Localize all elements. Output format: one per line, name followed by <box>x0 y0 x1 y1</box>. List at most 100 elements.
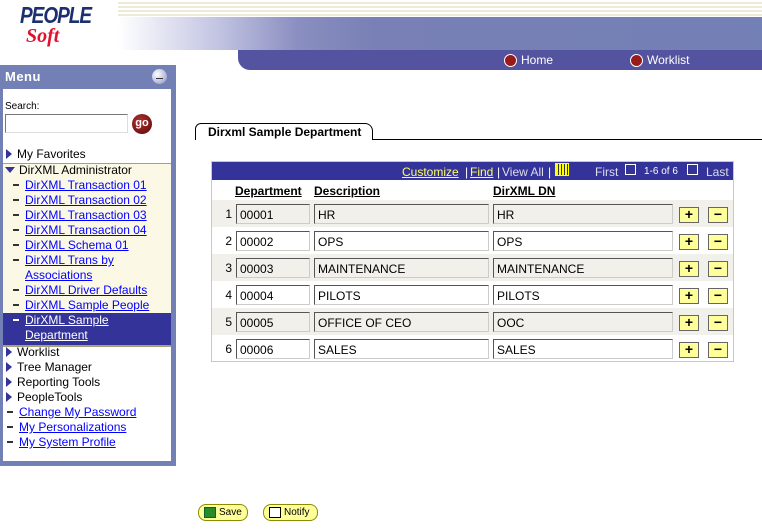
menu-item[interactable]: DirXML Administrator <box>3 163 171 178</box>
prev-icon[interactable] <box>625 164 636 175</box>
description-field[interactable]: PILOTS <box>314 285 489 305</box>
department-field[interactable]: 00006 <box>236 339 310 359</box>
bullet-icon <box>7 441 13 443</box>
next-icon[interactable] <box>687 164 698 175</box>
description-field[interactable]: MAINTENANCE <box>314 258 489 278</box>
collapse-menu-icon[interactable] <box>152 69 167 84</box>
expand-icon <box>6 149 12 159</box>
find-link[interactable]: Find <box>470 165 493 179</box>
department-field[interactable]: 00005 <box>236 312 310 332</box>
menu-item-label: DirXML Driver Defaults <box>25 283 148 297</box>
description-field[interactable]: SALES <box>314 339 489 359</box>
menu-item[interactable]: DirXML Transaction 03 <box>3 208 171 223</box>
add-row-button[interactable]: + <box>679 288 699 304</box>
worklist-label: Worklist <box>647 53 690 67</box>
menu-item[interactable]: DirXML Transaction 02 <box>3 193 171 208</box>
table-row: 6 00006 SALES SALES + − <box>212 335 733 362</box>
delete-row-button[interactable]: − <box>708 207 728 223</box>
menu-item[interactable]: Tree Manager <box>3 360 171 375</box>
delete-row-button[interactable]: − <box>708 288 728 304</box>
add-row-button[interactable]: + <box>679 315 699 331</box>
save-button[interactable]: Save <box>198 504 248 521</box>
dirxml-dn-field[interactable]: OOC <box>493 312 673 332</box>
delete-row-button[interactable]: − <box>708 261 728 277</box>
notify-label: Notify <box>284 507 310 518</box>
table-row: 2 00002 OPS OPS + − <box>212 227 733 254</box>
department-field[interactable]: 00002 <box>236 231 310 251</box>
menu-item[interactable]: DirXML Trans by Associations <box>3 253 171 283</box>
go-button[interactable]: go <box>132 114 152 134</box>
delete-row-button[interactable]: − <box>708 315 728 331</box>
row-number: 5 <box>225 315 232 329</box>
first-link[interactable]: First <box>595 165 618 179</box>
download-icon[interactable] <box>555 163 569 176</box>
menu-body: Search: go My Favorites DirXML Administra… <box>3 89 171 461</box>
department-field[interactable]: 00003 <box>236 258 310 278</box>
col-dirxml-dn[interactable]: DirXML DN <box>493 184 555 198</box>
bullet-icon <box>13 244 19 246</box>
notify-button[interactable]: Notify <box>263 504 318 521</box>
menu-item-label: DirXML Transaction 04 <box>25 223 147 237</box>
bullet-icon <box>7 411 13 413</box>
bullet-icon <box>13 214 19 216</box>
add-row-button[interactable]: + <box>679 261 699 277</box>
menu-item-label: DirXML Administrator <box>19 163 132 177</box>
menu-item[interactable]: DirXML Sample People <box>3 298 171 313</box>
menu-item[interactable]: DirXML Sample Department <box>3 313 171 343</box>
menu-item[interactable]: Worklist <box>3 345 171 360</box>
menu-item[interactable]: Change My Password <box>3 405 171 420</box>
menu-item[interactable]: Reporting Tools <box>3 375 171 390</box>
bullet-icon <box>13 229 19 231</box>
menu-item[interactable]: My System Profile <box>3 435 171 450</box>
menu-item[interactable]: DirXML Driver Defaults <box>3 283 171 298</box>
delete-row-button[interactable]: − <box>708 342 728 358</box>
save-icon <box>204 507 216 518</box>
menu-item-label: DirXML Transaction 01 <box>25 178 147 192</box>
add-row-button[interactable]: + <box>679 342 699 358</box>
add-row-button[interactable]: + <box>679 207 699 223</box>
description-field[interactable]: HR <box>314 204 489 224</box>
dirxml-dn-field[interactable]: OPS <box>493 231 673 251</box>
col-description[interactable]: Description <box>314 184 380 198</box>
description-field[interactable]: OPS <box>314 231 489 251</box>
menu-title: Menu <box>5 69 41 84</box>
description-field[interactable]: OFFICE OF CEO <box>314 312 489 332</box>
menu-item-label: DirXML Transaction 02 <box>25 193 147 207</box>
tab-dirxml-sample-department[interactable]: Dirxml Sample Department <box>195 123 373 140</box>
save-label: Save <box>219 507 242 518</box>
delete-row-button[interactable]: − <box>708 234 728 250</box>
menu-item-label: My Personalizations <box>19 420 127 434</box>
department-field[interactable]: 00001 <box>236 204 310 224</box>
tab-divider <box>372 139 762 140</box>
menu-item[interactable]: My Personalizations <box>3 420 171 435</box>
bullet-icon <box>13 184 19 186</box>
col-department[interactable]: Department <box>235 184 302 198</box>
dirxml-dn-field[interactable]: PILOTS <box>493 285 673 305</box>
view-all-link[interactable]: View All <box>502 165 544 179</box>
menu-item[interactable]: My Favorites <box>3 147 171 162</box>
bullet-icon <box>7 426 13 428</box>
page-range: 1-6 of 6 <box>644 166 678 177</box>
menu-item-label: Change My Password <box>19 405 137 419</box>
dirxml-dn-field[interactable]: HR <box>493 204 673 224</box>
expand-icon <box>6 392 12 402</box>
menu-item[interactable]: DirXML Schema 01 <box>3 238 171 253</box>
department-field[interactable]: 00004 <box>236 285 310 305</box>
menu-item[interactable]: DirXML Transaction 04 <box>3 223 171 238</box>
dirxml-dn-field[interactable]: SALES <box>493 339 673 359</box>
home-icon <box>504 53 517 67</box>
last-link[interactable]: Last <box>706 165 729 179</box>
menu-item[interactable]: PeopleTools <box>3 390 171 405</box>
menu-item-label: DirXML Sample People <box>25 298 150 312</box>
menu-item-label: Tree Manager <box>17 360 92 374</box>
grid-toolbar: Customize | Find | View All | First 1-6 … <box>212 162 733 180</box>
dirxml-dn-field[interactable]: MAINTENANCE <box>493 258 673 278</box>
worklist-link[interactable]: Worklist <box>630 53 689 67</box>
add-row-button[interactable]: + <box>679 234 699 250</box>
expand-icon <box>6 347 12 357</box>
customize-link[interactable]: Customize <box>402 165 459 179</box>
table-row: 5 00005 OFFICE OF CEO OOC + − <box>212 308 733 335</box>
menu-item[interactable]: DirXML Transaction 01 <box>3 178 171 193</box>
search-input[interactable] <box>5 114 128 133</box>
home-link[interactable]: Home <box>504 53 553 67</box>
